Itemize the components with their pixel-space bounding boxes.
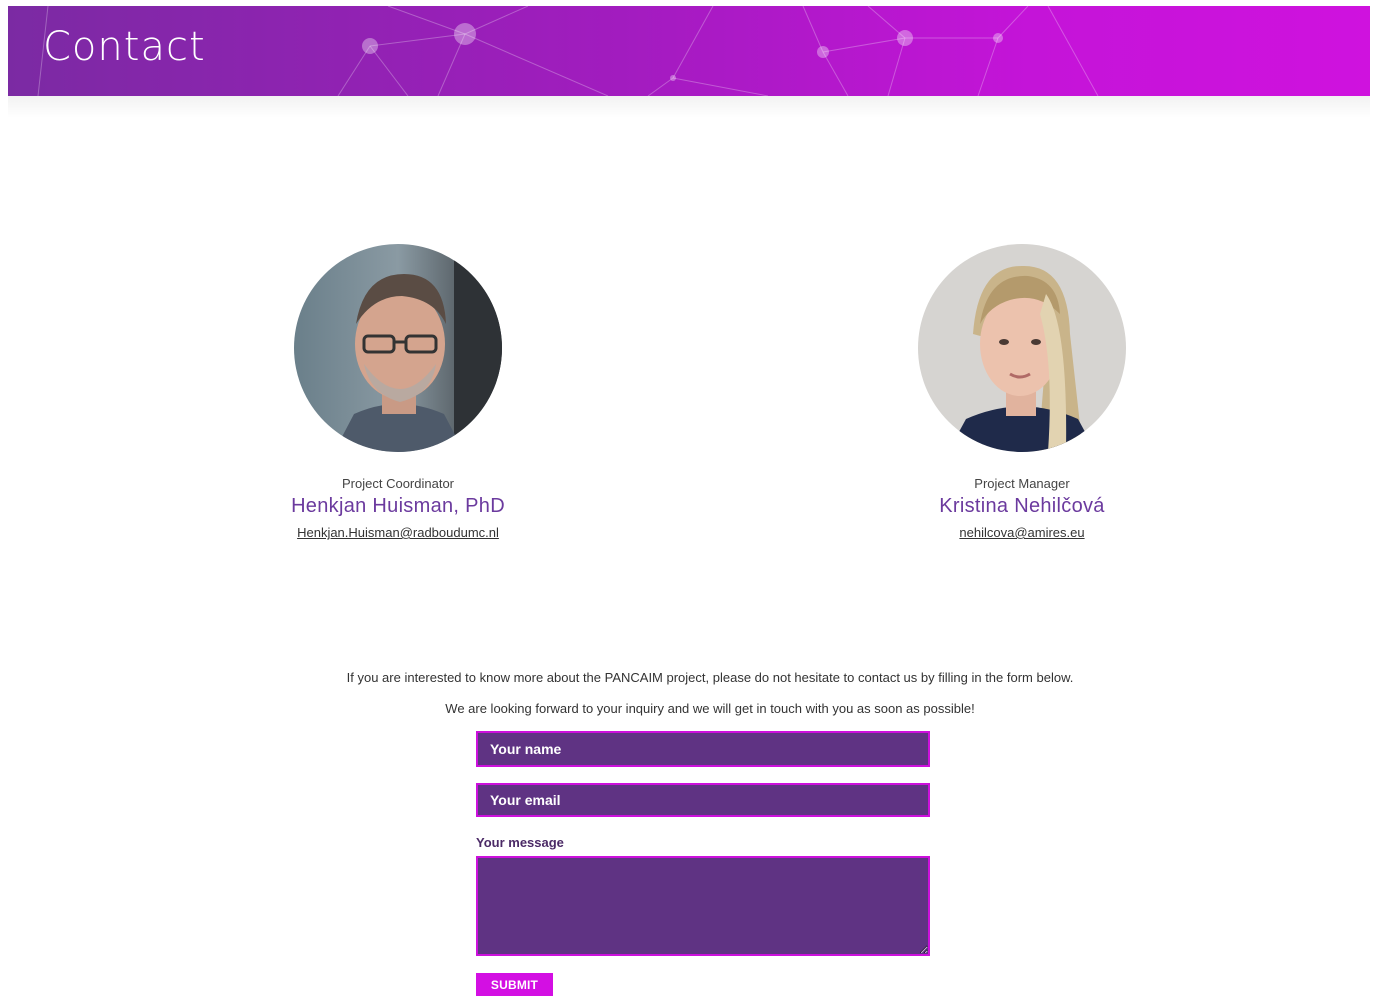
person-name: Kristina Nehilčová (939, 495, 1105, 517)
person-name: Henkjan Huisman, PhD (291, 495, 505, 517)
email-link[interactable]: Henkjan.Huisman@radboudumc.nl (297, 525, 499, 540)
team-card-coordinator: Project Coordinator Henkjan Huisman, PhD… (248, 244, 548, 542)
email-link[interactable]: nehilcova@amires.eu (959, 525, 1084, 540)
intro-text-line-2: We are looking forward to your inquiry a… (445, 701, 975, 716)
header-banner: Contact (8, 6, 1370, 96)
role-label: Project Coordinator (342, 476, 454, 491)
avatar-manager (918, 244, 1126, 452)
message-textarea[interactable] (476, 856, 930, 956)
avatar-coordinator (294, 244, 502, 452)
role-label: Project Manager (974, 476, 1070, 491)
contact-page: Contact Project Coordinator Henkjan Huis… (0, 0, 1377, 996)
message-label: Your message (476, 835, 564, 850)
team-card-manager: Project Manager Kristina Nehilčová nehil… (872, 244, 1172, 542)
email-input[interactable] (476, 783, 930, 817)
name-input[interactable] (476, 731, 930, 767)
page-title: Contact (43, 24, 206, 70)
submit-button[interactable]: SUBMIT (476, 973, 553, 996)
banner-shadow (8, 96, 1370, 118)
intro-text-line-1: If you are interested to know more about… (346, 670, 1074, 685)
network-pattern-graphic (37, 6, 1099, 96)
